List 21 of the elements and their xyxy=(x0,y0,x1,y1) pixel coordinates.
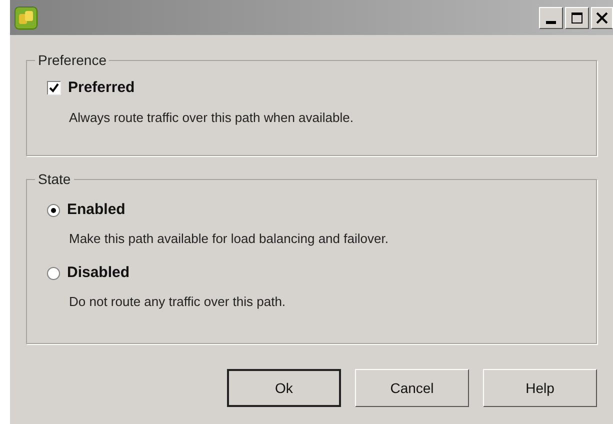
radio-icon[interactable] xyxy=(47,204,60,217)
maximize-button[interactable] xyxy=(565,6,589,28)
option-description: Make this path available for load balancing and failover. xyxy=(69,230,390,248)
group-title: Preference xyxy=(35,52,110,68)
minimize-button[interactable] xyxy=(539,6,563,28)
close-icon xyxy=(596,12,608,24)
radio-option[interactable]: Disabled xyxy=(47,262,596,284)
maximize-icon xyxy=(571,12,583,24)
checkbox-icon[interactable] xyxy=(47,81,61,96)
radio-option[interactable]: Enabled xyxy=(47,199,596,222)
radio-icon[interactable] xyxy=(47,266,60,280)
checkbox-description: Always route traffic over this path when available. xyxy=(69,108,354,127)
app-icon xyxy=(14,6,38,30)
option-description: Do not route any traffic over this path. xyxy=(69,292,287,311)
preferred-checkbox[interactable]: Preferred xyxy=(47,77,596,100)
close-button[interactable] xyxy=(591,6,613,28)
dialog-button[interactable]: Ok xyxy=(227,369,341,407)
dialog-button[interactable]: Cancel xyxy=(355,369,469,407)
dialog-button[interactable]: Help xyxy=(483,369,597,407)
group-title: State xyxy=(35,171,74,187)
minimize-icon xyxy=(546,20,556,24)
